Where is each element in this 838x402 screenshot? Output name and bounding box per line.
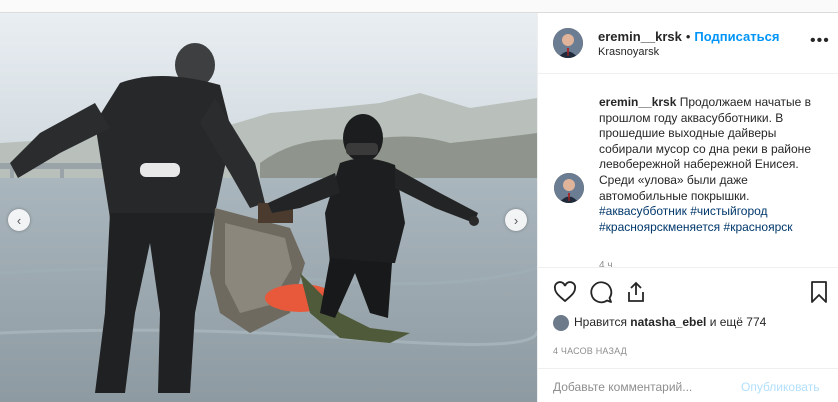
chevron-right-icon[interactable]: ›: [505, 209, 527, 231]
post-sidebar: eremin__krsk • Подписаться Krasnoyarsk •••…: [537, 13, 838, 402]
post-header: eremin__krsk • Подписаться Krasnoyarsk •••: [538, 13, 838, 74]
follow-button[interactable]: Подписаться: [694, 29, 779, 44]
liker-username[interactable]: natasha_ebel: [630, 315, 706, 329]
hashtag[interactable]: #аквасубботник: [599, 204, 687, 218]
post-location[interactable]: Krasnoyarsk: [598, 46, 659, 58]
avatar-image: [554, 173, 584, 203]
hashtag[interactable]: #красноярскменяется: [599, 220, 720, 234]
post-media: ‹ ›: [0, 13, 537, 402]
hashtag[interactable]: #чистыйгород: [690, 204, 767, 218]
heart-icon[interactable]: [553, 280, 577, 304]
avatar-image: [553, 28, 583, 58]
comment-icon[interactable]: [589, 280, 613, 304]
chevron-left-icon[interactable]: ‹: [8, 209, 30, 231]
author-username[interactable]: eremin__krsk: [598, 29, 682, 44]
separator-dot: •: [685, 29, 691, 44]
caption-text: Продолжаем начатые в прошлом году аквасу…: [599, 95, 812, 203]
post-photo[interactable]: [0, 13, 537, 402]
post-timestamp[interactable]: 4 ЧАСОВ НАЗАД: [553, 346, 627, 356]
more-options-icon[interactable]: •••: [810, 32, 830, 50]
liker-avatar: [553, 315, 569, 331]
hashtag[interactable]: #красноярск: [724, 220, 793, 234]
bookmark-icon[interactable]: [807, 280, 831, 304]
comment-form: Опубликовать: [538, 368, 838, 402]
divers-photo-image: [0, 13, 537, 402]
instagram-post: ‹ › eremin__krsk • Подписаться Krasnoyarsk…: [0, 12, 838, 402]
comment-input[interactable]: [553, 378, 743, 396]
author-line: eremin__krsk • Подписаться: [598, 29, 779, 44]
share-icon[interactable]: [624, 280, 648, 304]
post-caption: eremin__krsk Продолжаем начатые в прошло…: [599, 95, 824, 235]
likes-prefix: Нравится: [574, 315, 627, 330]
caption-avatar[interactable]: [554, 173, 584, 203]
likes-count-link[interactable]: и ещё 774: [710, 315, 767, 329]
avatar[interactable]: [553, 28, 583, 58]
likes-summary: Нравится natasha_ebel и ещё 774: [553, 315, 766, 331]
action-bar: [538, 267, 838, 319]
caption-username[interactable]: eremin__krsk: [599, 95, 676, 109]
publish-button[interactable]: Опубликовать: [741, 380, 819, 394]
